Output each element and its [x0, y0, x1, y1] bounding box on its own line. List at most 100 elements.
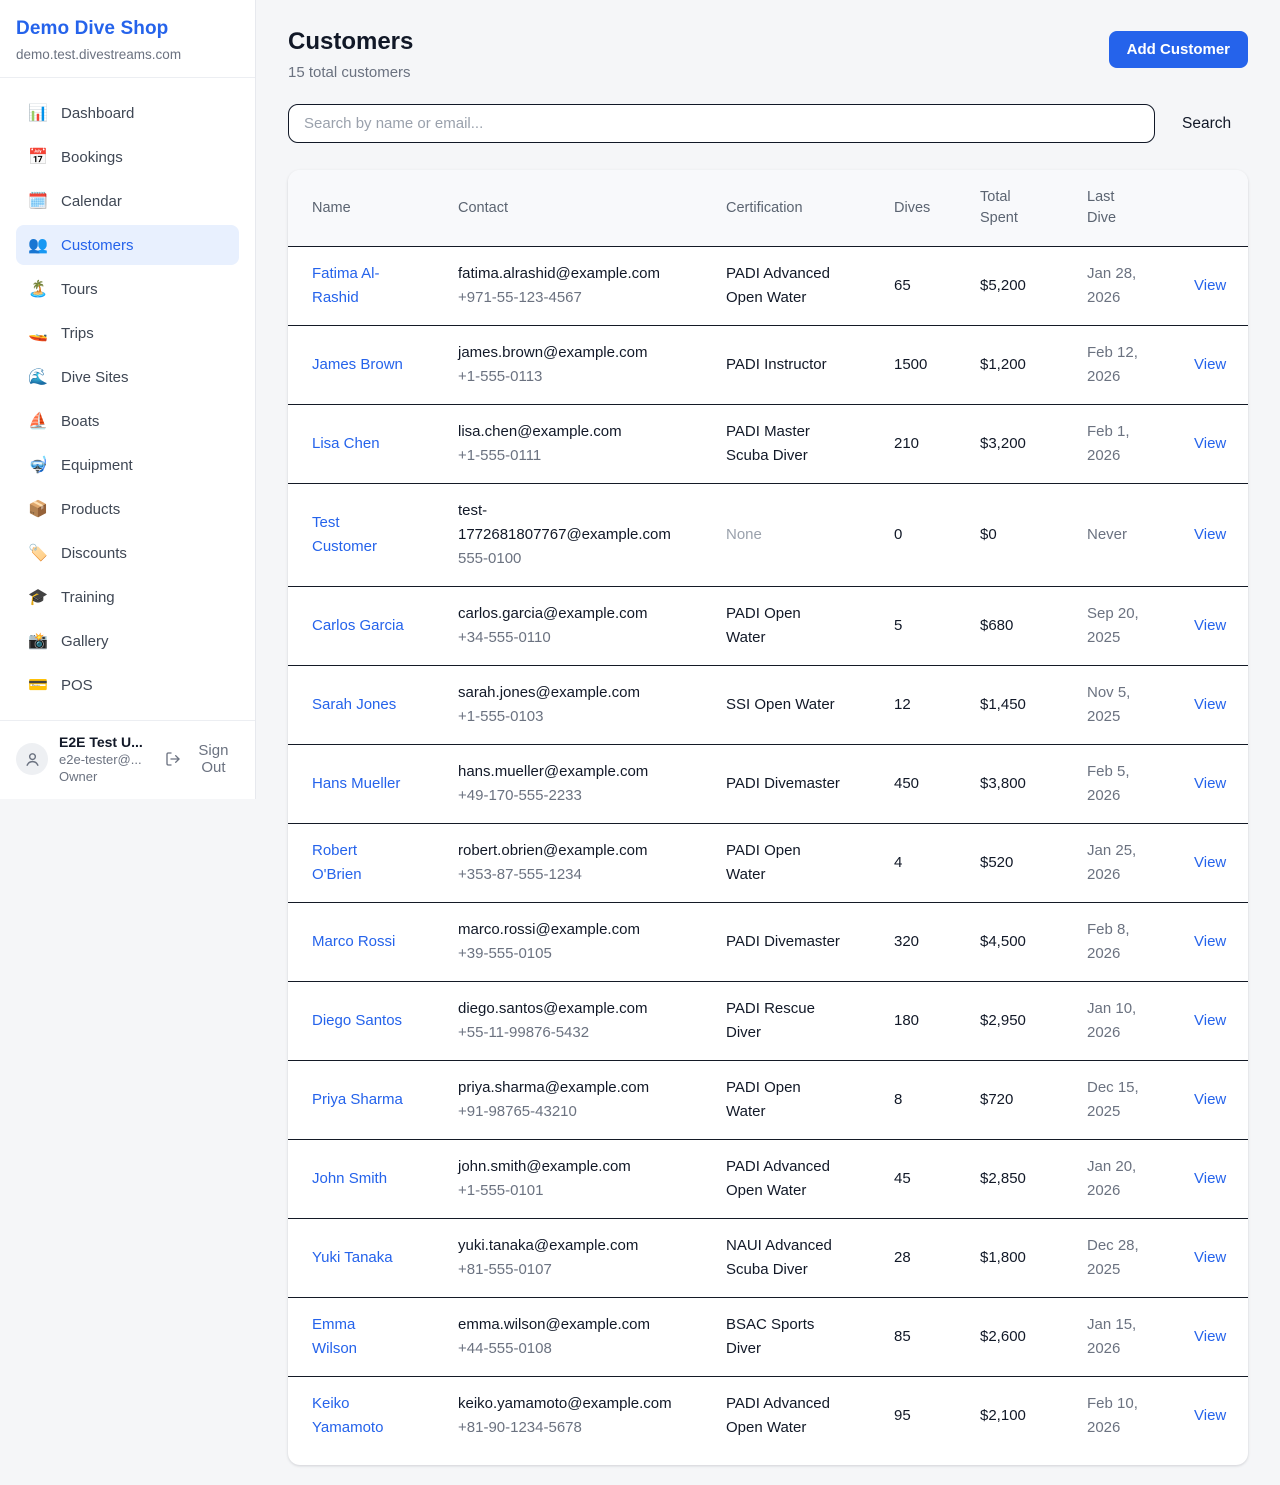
view-link[interactable]: View — [1194, 693, 1226, 717]
view-link[interactable]: View — [1194, 772, 1226, 796]
view-link[interactable]: View — [1194, 1404, 1226, 1428]
view-link[interactable]: View — [1194, 353, 1226, 377]
last-dive-cell: Sep 20, 2025 — [1087, 602, 1161, 650]
customer-name-link[interactable]: Lisa Chen — [312, 432, 404, 456]
customer-name-link[interactable]: Fatima Al-Rashid — [312, 262, 404, 310]
sidebar-item-dashboard[interactable]: 📊 Dashboard — [16, 93, 239, 133]
customer-name-link[interactable]: John Smith — [312, 1167, 404, 1191]
customer-name-link[interactable]: Sarah Jones — [312, 693, 404, 717]
view-link[interactable]: View — [1194, 851, 1226, 875]
sidebar-item-bookings[interactable]: 📅 Bookings — [16, 137, 239, 177]
last-dive-cell: Nov 5, 2025 — [1087, 681, 1161, 729]
search-button[interactable]: Search — [1182, 115, 1231, 133]
customer-name-link[interactable]: James Brown — [312, 353, 404, 377]
customer-email: priya.sharma@example.com — [458, 1076, 674, 1100]
sidebar-item-label: POS — [61, 677, 93, 694]
sidebar-footer: E2E Test U... e2e-tester@... Owner Sign … — [0, 720, 255, 799]
pos-icon: 💳 — [28, 675, 48, 695]
training-icon: 🎓 — [28, 587, 48, 607]
sidebar-item-pos[interactable]: 💳 POS — [16, 665, 239, 705]
sidebar-item-boats[interactable]: ⛵ Boats — [16, 401, 239, 441]
customer-phone: +1-555-0103 — [458, 705, 726, 729]
customer-email: sarah.jones@example.com — [458, 681, 674, 705]
customer-name-link[interactable]: Emma Wilson — [312, 1313, 404, 1361]
customer-email: robert.obrien@example.com — [458, 839, 674, 863]
table-row: Sarah Jones sarah.jones@example.com +1-5… — [288, 666, 1248, 745]
customer-name-link[interactable]: Diego Santos — [312, 1009, 404, 1033]
total-spent-cell: $1,800 — [980, 1246, 1087, 1270]
contact-cell: yuki.tanaka@example.com +81-555-0107 — [458, 1234, 726, 1282]
sidebar-item-trips[interactable]: 🚤 Trips — [16, 313, 239, 353]
view-link[interactable]: View — [1194, 274, 1226, 298]
sidebar-item-label: Products — [61, 501, 120, 518]
dives-cell: 1500 — [894, 353, 980, 377]
sign-out-label: Sign Out — [188, 742, 239, 776]
equipment-icon: 🤿 — [28, 455, 48, 475]
customer-email: lisa.chen@example.com — [458, 420, 674, 444]
customer-name-link[interactable]: Keiko Yamamoto — [312, 1392, 404, 1440]
certification-cell: PADI Rescue Diver — [726, 997, 842, 1045]
sidebar-item-gallery[interactable]: 📸 Gallery — [16, 621, 239, 661]
sidebar-item-label: Customers — [61, 237, 134, 254]
sidebar-item-tours[interactable]: 🏝️ Tours — [16, 269, 239, 309]
view-link[interactable]: View — [1194, 1325, 1226, 1349]
sidebar-item-discounts[interactable]: 🏷️ Discounts — [16, 533, 239, 573]
last-dive-cell: Jan 28, 2026 — [1087, 262, 1161, 310]
sidebar-item-customers[interactable]: 👥 Customers — [16, 225, 239, 265]
sidebar-item-dive-sites[interactable]: 🌊 Dive Sites — [16, 357, 239, 397]
last-dive-cell: Jan 20, 2026 — [1087, 1155, 1161, 1203]
certification-cell: SSI Open Water — [726, 693, 842, 717]
sidebar-nav: 📊 Dashboard 📅 Bookings 🗓️ Calendar 👥 Cus… — [0, 78, 255, 724]
sidebar-item-calendar[interactable]: 🗓️ Calendar — [16, 181, 239, 221]
sidebar-header: Demo Dive Shop demo.test.divestreams.com — [0, 0, 255, 78]
customer-phone: +44-555-0108 — [458, 1337, 726, 1361]
dashboard-icon: 📊 — [28, 103, 48, 123]
user-info: E2E Test U... e2e-tester@... Owner — [59, 734, 154, 784]
table-header-row: NameContactCertificationDivesTotal Spent… — [288, 170, 1248, 247]
sidebar-item-equipment[interactable]: 🤿 Equipment — [16, 445, 239, 485]
add-customer-button[interactable]: Add Customer — [1109, 31, 1248, 68]
contact-cell: emma.wilson@example.com +44-555-0108 — [458, 1313, 726, 1361]
view-link[interactable]: View — [1194, 614, 1226, 638]
dives-cell: 320 — [894, 930, 980, 954]
page-header: Customers 15 total customers Add Custome… — [288, 28, 1248, 81]
view-link[interactable]: View — [1194, 930, 1226, 954]
certification-cell: PADI Open Water — [726, 602, 842, 650]
search-input[interactable] — [288, 104, 1155, 143]
last-dive-cell: Dec 15, 2025 — [1087, 1076, 1161, 1124]
table-row: Yuki Tanaka yuki.tanaka@example.com +81-… — [288, 1219, 1248, 1298]
customer-email: emma.wilson@example.com — [458, 1313, 674, 1337]
customer-name-link[interactable]: Priya Sharma — [312, 1088, 404, 1112]
sidebar-item-label: Tours — [61, 281, 98, 298]
dives-cell: 45 — [894, 1167, 980, 1191]
customer-name-link[interactable]: Robert O'Brien — [312, 839, 404, 887]
sidebar-item-products[interactable]: 📦 Products — [16, 489, 239, 529]
customer-phone: +39-555-0105 — [458, 942, 726, 966]
table-row: Test Customer test-1772681807767@example… — [288, 484, 1248, 587]
customer-name-link[interactable]: Carlos Garcia — [312, 614, 404, 638]
total-spent-cell: $2,100 — [980, 1404, 1087, 1428]
customer-name-link[interactable]: Yuki Tanaka — [312, 1246, 404, 1270]
view-link[interactable]: View — [1194, 523, 1226, 547]
user-email: e2e-tester@... — [59, 752, 154, 767]
sidebar-item-label: Gallery — [61, 633, 109, 650]
customer-name-link[interactable]: Marco Rossi — [312, 930, 404, 954]
dives-cell: 210 — [894, 432, 980, 456]
sign-out-button[interactable]: Sign Out — [165, 742, 239, 776]
view-link[interactable]: View — [1194, 1246, 1226, 1270]
customer-phone: +55-11-99876-5432 — [458, 1021, 726, 1045]
contact-cell: keiko.yamamoto@example.com +81-90-1234-5… — [458, 1392, 726, 1440]
customer-name-link[interactable]: Hans Mueller — [312, 772, 404, 796]
column-header-name: Name — [312, 198, 458, 219]
view-link[interactable]: View — [1194, 432, 1226, 456]
total-spent-cell: $1,200 — [980, 353, 1087, 377]
view-link[interactable]: View — [1194, 1167, 1226, 1191]
view-link[interactable]: View — [1194, 1009, 1226, 1033]
sidebar-item-training[interactable]: 🎓 Training — [16, 577, 239, 617]
total-spent-cell: $520 — [980, 851, 1087, 875]
table-row: Hans Mueller hans.mueller@example.com +4… — [288, 745, 1248, 824]
customer-name-link[interactable]: Test Customer — [312, 511, 404, 559]
view-link[interactable]: View — [1194, 1088, 1226, 1112]
total-spent-cell: $680 — [980, 614, 1087, 638]
table-row: Robert O'Brien robert.obrien@example.com… — [288, 824, 1248, 903]
